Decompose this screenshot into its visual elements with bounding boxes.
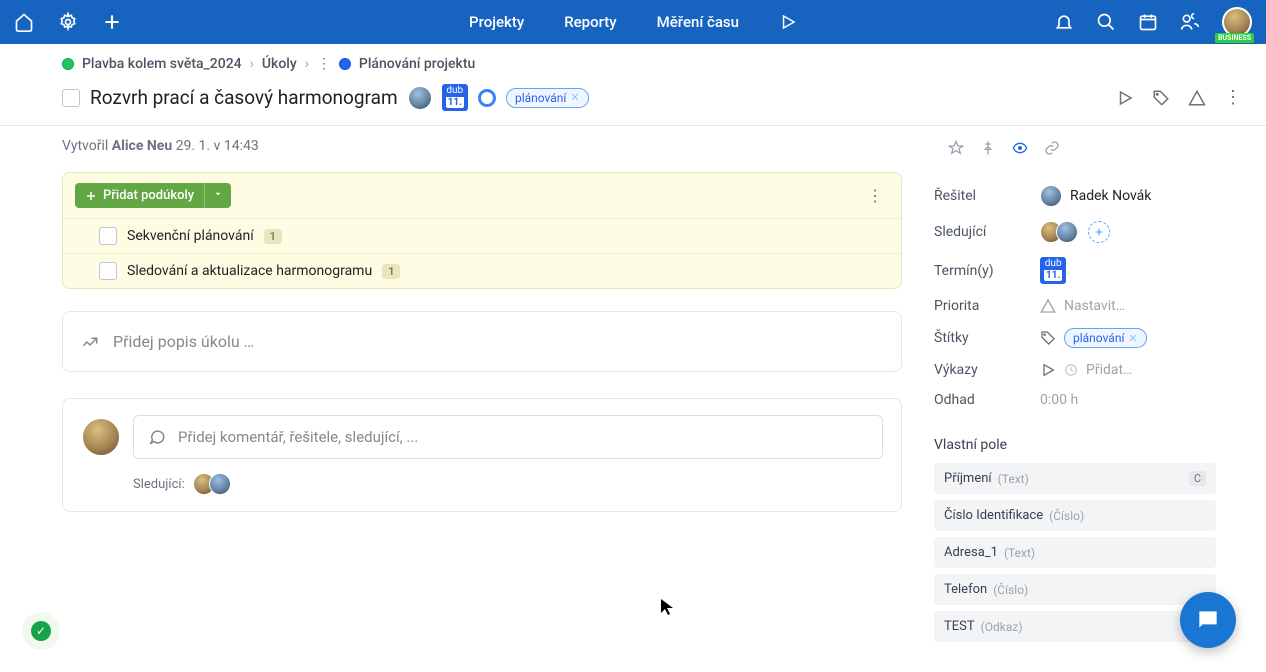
custom-field-row[interactable]: Adresa_1 (Text): [934, 537, 1216, 568]
chat-button[interactable]: [1180, 592, 1236, 648]
priority-icon[interactable]: [1188, 89, 1206, 107]
custom-field-row[interactable]: Telefon (Číslo): [934, 574, 1216, 605]
created-meta: Vytvořil Alice Neu 29. 1. v 14:43: [62, 138, 902, 154]
breadcrumb: Plavba kolem světa_2024 › Úkoly › ⋮ Plán…: [0, 44, 1266, 80]
custom-field-row[interactable]: Číslo Identifikace (Číslo): [934, 500, 1216, 531]
due-date-badge[interactable]: dub 11.: [442, 84, 468, 111]
breadcrumb-project[interactable]: Plavba kolem světa_2024: [82, 56, 242, 72]
tag-pill[interactable]: plánování✕: [506, 88, 589, 108]
play-task-icon[interactable]: [1116, 89, 1134, 107]
field-estimate-label: Odhad: [934, 392, 1040, 408]
field-reports-label: Výkazy: [934, 362, 1040, 378]
followers-avatars[interactable]: [193, 473, 231, 495]
add-follower-icon[interactable]: [1088, 221, 1110, 243]
breadcrumb-more-icon[interactable]: ⋮: [317, 56, 331, 72]
home-icon[interactable]: [14, 12, 34, 32]
comment-input[interactable]: Přidej komentář, řešitele, sledující, ..…: [133, 415, 883, 459]
subtask-title[interactable]: Sledování a aktualizace harmonogramu: [127, 263, 372, 279]
task-header: Rozvrh prací a časový harmonogram dub 11…: [0, 80, 1266, 125]
search-icon[interactable]: [1096, 12, 1116, 32]
task-title[interactable]: Rozvrh prací a časový harmonogram: [90, 86, 398, 109]
remove-tag-icon[interactable]: ✕: [570, 91, 579, 104]
task-checkbox[interactable]: [62, 89, 80, 107]
field-estimate-value[interactable]: 0:00 h: [1040, 392, 1078, 408]
add-subtask-dropdown[interactable]: [204, 183, 231, 208]
nav-projects[interactable]: Projekty: [469, 13, 524, 31]
top-bar: Projekty Reporty Měření času BUSINESS: [0, 0, 1266, 44]
play-icon[interactable]: [779, 13, 797, 31]
field-followers-value[interactable]: [1040, 221, 1110, 243]
plan-badge: BUSINESS: [1215, 33, 1254, 43]
star-icon[interactable]: [948, 140, 964, 156]
task-status-dot: [339, 58, 351, 70]
nav-time-tracking[interactable]: Měření času: [657, 13, 739, 31]
custom-fields-title: Vlastní pole: [934, 437, 1216, 453]
subtasks-card: Přidat podúkoly ⋮ Sekvenční plánování 1 …: [62, 172, 902, 289]
watch-icon[interactable]: [1012, 140, 1028, 156]
subtask-count: 1: [264, 229, 282, 244]
user-avatar[interactable]: BUSINESS: [1222, 7, 1252, 37]
assignee-avatar-inline[interactable]: [408, 86, 432, 110]
subtask-row[interactable]: Sekvenční plánování 1: [63, 218, 901, 253]
subtask-checkbox[interactable]: [99, 262, 117, 280]
description-input[interactable]: Přidej popis úkolu …: [62, 311, 902, 372]
comment-avatar: [81, 417, 121, 457]
sync-status-icon[interactable]: ✓: [22, 612, 60, 650]
field-dates-label: Termín(y): [934, 263, 1040, 279]
field-assignee-value[interactable]: Radek Novák: [1040, 185, 1151, 207]
pin-icon[interactable]: [980, 140, 996, 156]
subtasks-more-icon[interactable]: ⋮: [861, 186, 889, 205]
field-followers-label: Sledující: [934, 224, 1040, 240]
subtask-checkbox[interactable]: [99, 227, 117, 245]
field-priority-label: Priorita: [934, 298, 1040, 314]
comment-card: Přidej komentář, řešitele, sledující, ..…: [62, 398, 902, 512]
project-status-dot: [62, 58, 74, 70]
custom-field-row[interactable]: Příjmení (Text) C: [934, 463, 1216, 494]
field-tags-label: Štítky: [934, 330, 1040, 346]
tags-icon[interactable]: [1152, 89, 1170, 107]
add-subtask-button[interactable]: Přidat podúkoly: [75, 183, 204, 208]
gear-icon[interactable]: [58, 12, 78, 32]
breadcrumb-tasks[interactable]: Úkoly: [262, 56, 297, 72]
custom-field-row[interactable]: TEST (Odkaz): [934, 611, 1216, 642]
progress-ring-icon[interactable]: [478, 89, 496, 107]
field-tags-value[interactable]: plánování✕: [1040, 328, 1147, 348]
breadcrumb-current[interactable]: Plánování projektu: [359, 56, 475, 72]
nav-reports[interactable]: Reporty: [564, 13, 616, 31]
bell-icon[interactable]: [1054, 12, 1074, 32]
add-icon[interactable]: [102, 12, 122, 32]
field-assignee-label: Řešitel: [934, 188, 1040, 204]
task-more-icon[interactable]: ⋮: [1224, 87, 1242, 108]
field-priority-value[interactable]: Nastavit…: [1040, 298, 1125, 314]
followers-label: Sledující:: [133, 477, 185, 492]
field-reports-value[interactable]: Přidat…: [1040, 362, 1132, 378]
calendar-icon[interactable]: [1138, 12, 1158, 32]
users-icon[interactable]: [1180, 12, 1200, 32]
field-dates-value[interactable]: dub 11.: [1040, 257, 1066, 284]
sidebar: Řešitel Radek Novák Sledující Termín(y): [930, 126, 1240, 662]
subtask-title[interactable]: Sekvenční plánování: [127, 228, 254, 244]
link-icon[interactable]: [1044, 140, 1060, 156]
subtask-count: 1: [382, 264, 400, 279]
subtask-row[interactable]: Sledování a aktualizace harmonogramu 1: [63, 253, 901, 288]
